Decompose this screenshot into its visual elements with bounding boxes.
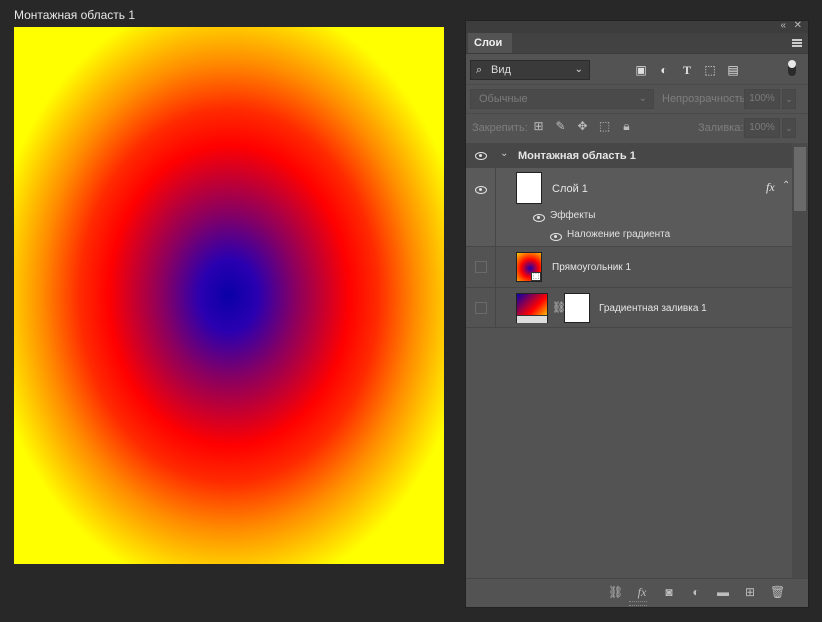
panel-menu-icon[interactable] bbox=[792, 39, 802, 47]
search-icon: ⌕ bbox=[476, 64, 483, 76]
new-layer-icon[interactable]: ⊞ bbox=[743, 585, 757, 599]
lock-icons: ⊞ ✎ ✥ ⬚ 🔒︎ bbox=[532, 120, 633, 133]
adjustment-layer-icon[interactable]: ◐ bbox=[689, 585, 703, 599]
hidden-visibility-box[interactable] bbox=[475, 261, 487, 273]
layer-mask-thumbnail[interactable] bbox=[564, 293, 590, 323]
close-icon[interactable]: ✕ bbox=[794, 20, 802, 31]
lock-position-move-icon[interactable]: ✥ bbox=[576, 120, 589, 133]
canvas-radial-gradient[interactable] bbox=[14, 27, 444, 564]
gradient-overlay-eye-icon[interactable] bbox=[550, 233, 562, 241]
lock-artboard-icon[interactable]: ⬚ bbox=[598, 120, 611, 133]
smart-object-filter-icon[interactable]: ▤ bbox=[726, 64, 740, 77]
filter-icons: ▣ ◐ T ⬚ ▤ bbox=[634, 64, 740, 77]
panel-tabbar: Слои bbox=[466, 33, 808, 54]
layer-row-gradient-fill[interactable]: ⛓ Градиентная заливка 1 bbox=[466, 288, 793, 328]
fill-dropdown-icon[interactable]: ⌄ bbox=[782, 118, 796, 138]
shape-badge-icon: ⬚ bbox=[531, 272, 541, 281]
blend-mode-select[interactable]: Обычные ⌄ bbox=[470, 89, 654, 109]
scrollbar-thumb[interactable] bbox=[794, 147, 806, 211]
shape-filter-icon[interactable]: ⬚ bbox=[703, 64, 717, 77]
hidden-visibility-box[interactable] bbox=[475, 302, 487, 314]
footer-icons: ⛓ fx ◙ ◐ ▬ ⊞ 🗑︎ bbox=[608, 585, 785, 599]
lock-label: Закрепить: bbox=[472, 122, 528, 134]
add-mask-icon[interactable]: ◙ bbox=[662, 585, 676, 599]
eye-icon bbox=[475, 152, 487, 160]
panel-footer: ⛓ fx ◙ ◐ ▬ ⊞ 🗑︎ bbox=[466, 578, 808, 607]
layer-row-layer1[interactable]: Слой 1 fx ⌃ Эффекты Наложение градиента bbox=[466, 168, 793, 247]
filter-row: ⌕ Вид ⌄ ▣ ◐ T ⬚ ▤ bbox=[466, 54, 808, 84]
layer-thumbnail bbox=[516, 172, 542, 204]
layer-name: Прямоугольник 1 bbox=[552, 262, 632, 273]
blend-row: Обычные ⌄ Непрозрачность: 100% ⌄ bbox=[466, 84, 808, 113]
type-filter-icon[interactable]: T bbox=[680, 64, 694, 77]
expand-chevron-icon[interactable]: ⌄ bbox=[500, 148, 508, 159]
gradient-overlay-label: Наложение градиента bbox=[567, 229, 671, 240]
tab-layers[interactable]: Слои bbox=[468, 33, 513, 53]
lock-transparency-icon[interactable]: ⊞ bbox=[532, 120, 545, 133]
visibility-toggle[interactable] bbox=[466, 143, 496, 167]
new-group-folder-icon[interactable]: ▬ bbox=[716, 585, 730, 599]
chevron-down-icon: ⌄ bbox=[638, 93, 647, 104]
filter-kind-select[interactable]: ⌕ Вид ⌄ bbox=[470, 60, 590, 80]
lock-row: Закрепить: ⊞ ✎ ✥ ⬚ 🔒︎ Заливка: 100% ⌄ bbox=[466, 113, 808, 142]
adjustment-filter-icon[interactable]: ◐ bbox=[657, 64, 671, 77]
lock-all-padlock-icon[interactable]: 🔒︎ bbox=[620, 120, 633, 133]
layer-name: Монтажная область 1 bbox=[518, 150, 636, 162]
layers-scrollbar[interactable] bbox=[792, 143, 808, 579]
visibility-toggle[interactable] bbox=[466, 168, 496, 246]
eye-icon bbox=[475, 186, 487, 194]
layer-row-artboard[interactable]: ⌄ Монтажная область 1 bbox=[466, 143, 793, 168]
panel-header: « ✕ bbox=[466, 20, 808, 33]
opacity-input[interactable]: 100% bbox=[744, 89, 780, 109]
chevron-down-icon: ⌄ bbox=[574, 64, 583, 75]
filter-toggle[interactable] bbox=[788, 60, 796, 76]
layer-row-rectangle[interactable]: ⬚ Прямоугольник 1 bbox=[466, 247, 793, 288]
fill-label: Заливка: bbox=[698, 122, 744, 134]
artboard-title: Монтажная область 1 bbox=[14, 8, 136, 22]
fill-input[interactable]: 100% bbox=[744, 118, 780, 138]
lock-pixels-brush-icon[interactable]: ✎ bbox=[554, 120, 567, 133]
filter-kind-label: Вид bbox=[491, 64, 511, 76]
add-style-fx-icon[interactable]: fx bbox=[635, 585, 649, 599]
pixel-filter-icon[interactable]: ▣ bbox=[634, 64, 648, 77]
opacity-dropdown-icon[interactable]: ⌄ bbox=[782, 89, 796, 109]
blend-mode-label: Обычные bbox=[479, 93, 528, 105]
opacity-label: Непрозрачность: bbox=[662, 93, 749, 105]
layer-name: Слой 1 bbox=[552, 183, 588, 195]
link-layers-icon[interactable]: ⛓ bbox=[608, 585, 623, 599]
delete-trash-icon[interactable]: 🗑︎ bbox=[770, 585, 785, 599]
layers-panel: « ✕ Слои ⌕ Вид ⌄ ▣ ◐ T ⬚ ▤ Обычные ⌄ Неп… bbox=[465, 20, 809, 608]
layer-name: Градиентная заливка 1 bbox=[599, 303, 707, 314]
effects-label: Эффекты bbox=[550, 210, 596, 221]
visibility-toggle[interactable] bbox=[466, 247, 496, 287]
layers-list: ⌄ Монтажная область 1 Слой 1 fx ⌃ Эффект… bbox=[466, 143, 793, 579]
gradient-thumbnail-badge bbox=[517, 315, 547, 323]
collapse-icon[interactable]: « bbox=[780, 20, 786, 31]
effects-eye-icon[interactable] bbox=[533, 214, 545, 222]
collapse-effects-chevron-icon[interactable]: ⌃ bbox=[782, 180, 790, 191]
resize-grip[interactable] bbox=[629, 601, 647, 606]
fx-icon[interactable]: fx bbox=[766, 180, 775, 195]
visibility-toggle[interactable] bbox=[466, 288, 496, 327]
